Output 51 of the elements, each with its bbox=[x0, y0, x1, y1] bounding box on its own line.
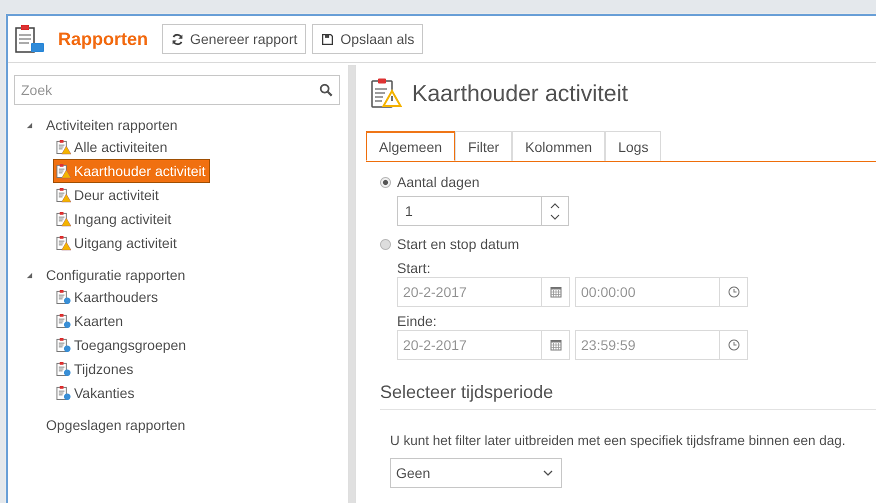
clock-icon[interactable] bbox=[728, 286, 740, 298]
report-warning-icon bbox=[56, 163, 71, 179]
search-icon bbox=[319, 83, 333, 97]
tree-item[interactable]: Tijdzones bbox=[53, 357, 138, 381]
expanded-triangle-icon[interactable] bbox=[26, 122, 32, 128]
tree-group[interactable]: Configuratie rapporten bbox=[44, 267, 186, 283]
field-label: Start: bbox=[397, 259, 432, 277]
tree-item[interactable]: Toegangsgroepen bbox=[53, 333, 190, 357]
tree-item[interactable]: Vakanties bbox=[53, 381, 138, 405]
number-field[interactable]: 1 bbox=[397, 196, 569, 226]
reports-icon bbox=[14, 23, 46, 55]
tab[interactable]: Logs bbox=[605, 131, 662, 161]
section-title: Selecteer tijdsperiode bbox=[380, 382, 554, 403]
save-icon bbox=[321, 32, 334, 46]
down-chevron-icon[interactable] bbox=[550, 214, 560, 220]
toolbar-button[interactable]: Opslaan als bbox=[312, 24, 424, 54]
tab[interactable]: Algemeen bbox=[366, 131, 456, 161]
tree-item[interactable]: Deur activiteit bbox=[53, 183, 163, 207]
tree-group[interactable]: Opgeslagen rapporten bbox=[44, 417, 186, 433]
refresh-icon bbox=[171, 32, 184, 46]
period-dropdown[interactable]: Geen bbox=[390, 458, 562, 488]
tree-group[interactable]: Activiteiten rapporten bbox=[44, 117, 178, 133]
tab[interactable]: Filter bbox=[455, 131, 512, 161]
clock-icon[interactable] bbox=[728, 339, 740, 351]
tree-item[interactable]: Ingang activiteit bbox=[53, 207, 176, 231]
toolbar-button[interactable]: Genereer rapport bbox=[162, 24, 306, 54]
report-warning-icon bbox=[56, 235, 71, 251]
splitter-handle[interactable] bbox=[348, 65, 356, 503]
report-warning-icon bbox=[56, 211, 71, 227]
tree-item[interactable]: Kaarten bbox=[53, 309, 128, 333]
up-chevron-icon[interactable] bbox=[550, 202, 560, 208]
field-label: Einde: bbox=[397, 312, 438, 330]
caret-icon bbox=[543, 470, 553, 476]
radio-button[interactable] bbox=[380, 238, 391, 250]
calendar-icon[interactable] bbox=[550, 286, 562, 298]
calendar-icon[interactable] bbox=[550, 339, 562, 351]
report-title: Kaarthouder activiteit bbox=[412, 80, 628, 106]
report-warning-icon bbox=[370, 77, 402, 109]
radio-label: Start en stop datum bbox=[397, 236, 520, 252]
tree-item[interactable]: Uitgang activiteit bbox=[53, 231, 181, 255]
tab[interactable]: Kolommen bbox=[512, 131, 606, 161]
tree-item[interactable]: Kaarthouders bbox=[53, 285, 162, 309]
expanded-triangle-icon[interactable] bbox=[26, 272, 32, 278]
app-title: Rapporten bbox=[58, 28, 148, 50]
radio-label: Aantal dagen bbox=[397, 174, 480, 190]
hint-text: U kunt het filter later uitbreiden met een specifiek tijdsframe binnen een dag. bbox=[390, 433, 847, 448]
report-warning-icon bbox=[56, 139, 71, 155]
report-warning-icon bbox=[56, 187, 71, 203]
tree-item[interactable]: Alle activiteiten bbox=[53, 135, 172, 159]
radio-button[interactable] bbox=[380, 176, 391, 188]
search-field[interactable]: Zoek bbox=[14, 75, 340, 105]
